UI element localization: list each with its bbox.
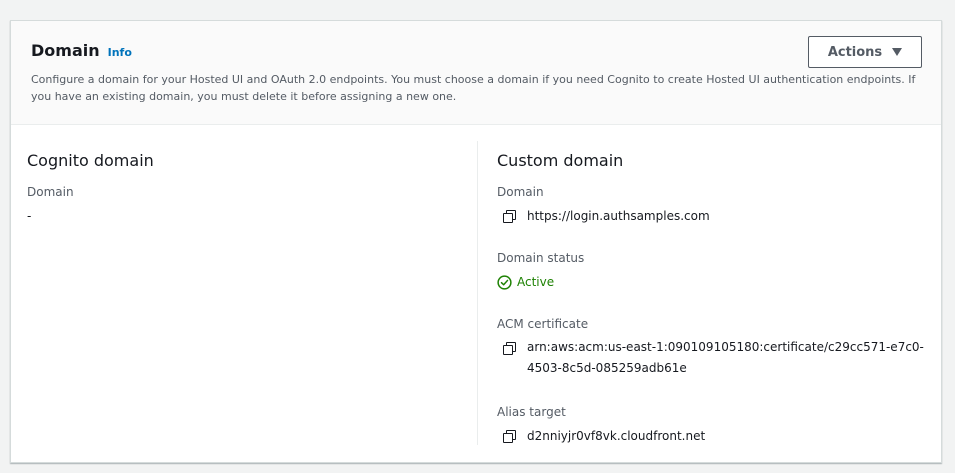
status-badge: Active (517, 275, 555, 289)
page-title: Domain (31, 41, 100, 60)
check-circle-icon (497, 275, 512, 290)
domain-status-label: Domain status (497, 251, 585, 265)
alias-target-row: d2nniyjr0vf8vk.cloudfront.net (497, 429, 705, 444)
custom-domain-label: Domain (497, 185, 544, 199)
custom-domain-value: https://login.authsamples.com (527, 209, 710, 223)
acm-certificate-row: arn:aws:acm:us-east-1:090109105180:certi… (497, 337, 927, 379)
actions-button[interactable]: Actions (808, 36, 922, 68)
domain-status-row: Active (497, 275, 554, 290)
title-row: Domain Info (31, 41, 132, 60)
info-link[interactable]: Info (108, 46, 132, 59)
alias-target-value: d2nniyjr0vf8vk.cloudfront.net (527, 429, 706, 443)
actions-button-label: Actions (827, 44, 883, 60)
acm-certificate-label: ACM certificate (497, 317, 589, 331)
cognito-domain-label: Domain (27, 185, 74, 199)
panel-header: Domain Info Configure a domain for your … (11, 21, 941, 125)
custom-domain-row: https://login.authsamples.com (497, 209, 710, 224)
cognito-domain-section: Cognito domain Domain - (11, 125, 477, 462)
domain-description: Configure a domain for your Hosted UI an… (31, 73, 916, 103)
alias-target-label: Alias target (497, 405, 566, 419)
copy-icon[interactable] (503, 210, 517, 224)
copy-icon[interactable] (503, 342, 517, 356)
domain-panel: Domain Info Configure a domain for your … (10, 20, 942, 463)
custom-domain-section: Custom domain Domain https://login.auths… (477, 125, 941, 462)
acm-certificate-value: arn:aws:acm:us-east-1:090109105180:certi… (527, 340, 924, 375)
cognito-domain-value: - (27, 209, 32, 223)
custom-domain-title: Custom domain (497, 151, 624, 170)
copy-icon[interactable] (503, 430, 517, 444)
caret-down-icon (892, 48, 903, 56)
cognito-domain-title: Cognito domain (27, 151, 154, 170)
